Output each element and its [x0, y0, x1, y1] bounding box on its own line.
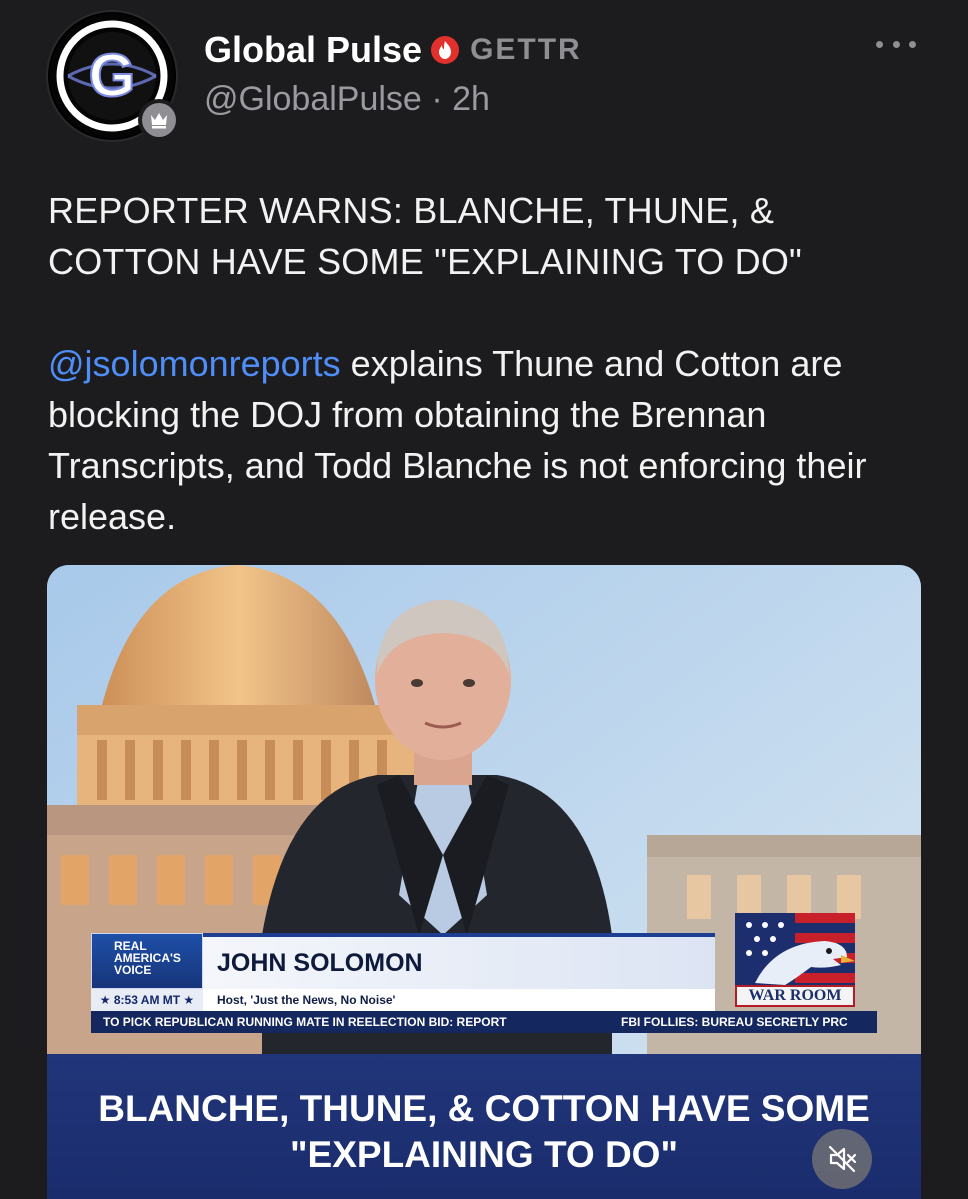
platform-tag: GETTR	[470, 33, 582, 66]
mention-link[interactable]: @jsolomonreports	[48, 343, 341, 384]
lower-third-graphic: REAL AMERICA'S VOICE ★ 8:53 AM MT ★ JOHN…	[91, 913, 877, 1049]
war-room-label: WAR ROOM	[735, 985, 855, 1007]
author-handle[interactable]: @GlobalPulse	[204, 80, 422, 118]
news-ticker: TO PICK REPUBLICAN RUNNING MATE IN REELE…	[91, 1011, 877, 1033]
crown-badge-icon	[138, 99, 180, 141]
network-logo-line: VOICE	[114, 963, 152, 977]
video-player[interactable]: REAL AMERICA'S VOICE ★ 8:53 AM MT ★ JOHN…	[47, 565, 921, 1199]
post-card: G Global Pulse GETTR @GlobalPulse · 2h R…	[0, 0, 968, 1199]
author-display-name[interactable]: Global Pulse	[204, 29, 422, 71]
author-meta: @GlobalPulse · 2h	[204, 80, 490, 119]
war-room-logo: WAR ROOM	[715, 913, 877, 1011]
caption-line: BLANCHE, THUNE, & COTTON HAVE SOME	[98, 1088, 870, 1129]
caption-line: "EXPLAINING TO DO"	[290, 1134, 678, 1175]
mute-toggle-button[interactable]	[812, 1129, 872, 1189]
volume-muted-icon	[828, 1145, 857, 1173]
verified-flame-badge-icon	[431, 36, 460, 64]
headline-line: REPORTER WARNS: BLANCHE, THUNE, &	[48, 190, 775, 231]
meta-separator: ·	[431, 80, 443, 118]
post-time: 2h	[452, 80, 490, 118]
broadcast-time: ★ 8:53 AM MT ★	[91, 989, 203, 1011]
more-dot	[909, 40, 916, 48]
svg-text:G: G	[89, 42, 136, 109]
post-body: @jsolomonreports explains Thune and Cott…	[48, 338, 928, 542]
ticker-left-text: TO PICK REPUBLICAN RUNNING MATE IN REELE…	[103, 1015, 507, 1029]
post-headline: REPORTER WARNS: BLANCHE, THUNE, & COTTON…	[48, 185, 918, 287]
video-caption: BLANCHE, THUNE, & COTTON HAVE SOME "EXPL…	[47, 1054, 921, 1199]
author-name-row: Global Pulse GETTR	[204, 28, 582, 72]
headline-line: COTTON HAVE SOME "EXPLAINING TO DO"	[48, 241, 803, 282]
network-logo: REAL AMERICA'S VOICE	[91, 933, 203, 989]
eagle-flag-icon	[735, 913, 855, 985]
guest-title: Host, 'Just the News, No Noise'	[203, 989, 715, 1011]
more-dot	[892, 40, 900, 48]
more-button[interactable]	[876, 32, 916, 56]
ticker-right-text: FBI FOLLIES: BUREAU SECRETLY PRC	[621, 1015, 848, 1029]
more-horizontal-icon	[876, 40, 883, 48]
guest-name: JOHN SOLOMON	[203, 933, 715, 989]
